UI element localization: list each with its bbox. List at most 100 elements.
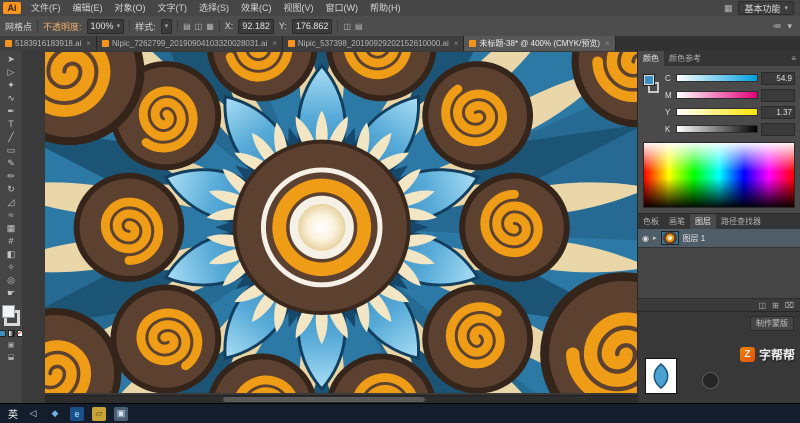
- color-mode-button[interactable]: [0, 330, 6, 337]
- opacity-label[interactable]: 不透明度:: [43, 20, 82, 33]
- menu-effect[interactable]: 效果(C): [235, 0, 278, 16]
- hand-tool[interactable]: ☛: [1, 287, 21, 300]
- direct-selection-tool[interactable]: ▷: [1, 66, 21, 79]
- scrollbar-thumb[interactable]: [222, 397, 425, 402]
- pen-tool[interactable]: ✒: [1, 105, 21, 118]
- folder-icon[interactable]: ▱: [92, 406, 106, 421]
- paintbrush-tool[interactable]: ✎: [1, 157, 21, 170]
- document-tab-bar: 5183916183918.ai × Nipic_7262799_2019090…: [0, 36, 800, 52]
- type-tool[interactable]: T: [1, 118, 21, 131]
- chevron-down-icon[interactable]: ▾: [117, 22, 121, 30]
- pencil-tool[interactable]: ✏: [1, 170, 21, 183]
- yellow-slider[interactable]: [676, 108, 758, 116]
- cyan-value[interactable]: 54.9: [761, 71, 795, 85]
- menu-window[interactable]: 窗口(W): [320, 0, 365, 16]
- rotate-tool[interactable]: ↻: [1, 183, 21, 196]
- stack-icon[interactable]: ◫: [195, 22, 203, 31]
- visibility-eye-icon[interactable]: ◉: [642, 234, 649, 243]
- document-tab-active[interactable]: 未标题-38* @ 400% (CMYK/预览) ×: [464, 36, 616, 51]
- close-icon[interactable]: ×: [605, 39, 610, 48]
- tab-color[interactable]: 颜色: [638, 51, 664, 66]
- stack-icon[interactable]: ◫: [759, 301, 767, 310]
- gradient-tool[interactable]: ◧: [1, 248, 21, 261]
- new-layer-icon[interactable]: ⊞: [772, 301, 779, 310]
- magenta-slider[interactable]: [676, 91, 758, 99]
- panel-menu-icon[interactable]: ≡: [787, 51, 800, 66]
- document-tab-3[interactable]: Nipic_537398_20190929202152610000.ai ×: [282, 36, 465, 51]
- menu-select[interactable]: 选择(S): [193, 0, 235, 16]
- fill-swatch[interactable]: [2, 305, 15, 318]
- security-shield-icon[interactable]: ◆: [48, 407, 62, 421]
- pinned-app-icon[interactable]: ▣: [114, 406, 128, 421]
- mask-thumbnail[interactable]: [702, 372, 719, 389]
- menu-file[interactable]: 文件(F): [25, 0, 67, 16]
- magic-wand-tool[interactable]: ✦: [1, 79, 21, 92]
- context-label: 网格点: [5, 21, 33, 32]
- layers-panel: 色板 画笔 图层 路径查找器 ◉ ▸ 图层 1 ◫ ⊞ ⌧: [638, 213, 800, 312]
- tab-pathfinder[interactable]: 路径查找器: [716, 214, 766, 229]
- gradient-mode-button[interactable]: [7, 330, 15, 337]
- align-icon[interactable]: ▤: [355, 22, 363, 31]
- fill-swatch[interactable]: [643, 74, 655, 86]
- options-icon[interactable]: ≔: [772, 21, 781, 32]
- eyedropper-tool[interactable]: ✧: [1, 261, 21, 274]
- width-tool[interactable]: ≈: [1, 209, 21, 222]
- line-tool[interactable]: ╱: [1, 131, 21, 144]
- free-transform-tool[interactable]: ▦: [1, 222, 21, 235]
- speaker-icon[interactable]: ◁: [26, 407, 40, 421]
- cyan-slider[interactable]: [676, 74, 758, 82]
- yellow-value[interactable]: 1.37: [761, 105, 795, 119]
- style-dropdown[interactable]: ▾: [160, 18, 173, 34]
- lasso-tool[interactable]: ∿: [1, 92, 21, 105]
- magenta-value[interactable]: [761, 88, 795, 102]
- stack-icon[interactable]: ◫: [343, 22, 351, 31]
- zoom-tool[interactable]: ◎: [1, 274, 21, 287]
- horizontal-scrollbar[interactable]: [45, 395, 638, 403]
- tab-layers[interactable]: 图层: [690, 214, 716, 229]
- draw-mode-icon[interactable]: ▣: [8, 341, 15, 349]
- document-tab-1[interactable]: 5183916183918.ai ×: [0, 36, 97, 51]
- black-value[interactable]: [761, 122, 795, 136]
- selection-tool[interactable]: ➤: [1, 53, 21, 66]
- x-input[interactable]: 92.182: [238, 18, 274, 34]
- expand-icon[interactable]: ▸: [653, 234, 657, 242]
- scale-tool[interactable]: ◿: [1, 196, 21, 209]
- menu-edit[interactable]: 编辑(E): [67, 0, 109, 16]
- menu-view[interactable]: 视图(V): [278, 0, 320, 16]
- arrange-documents-icon[interactable]: ▦: [724, 3, 733, 14]
- object-thumbnail[interactable]: [645, 358, 677, 394]
- mesh-tool[interactable]: #: [1, 235, 21, 248]
- style-label[interactable]: 样式:: [135, 20, 156, 33]
- color-spectrum[interactable]: [643, 142, 795, 208]
- opacity-input[interactable]: 100% ▾: [86, 18, 125, 34]
- app-logo[interactable]: Ai: [3, 2, 21, 14]
- delete-layer-icon[interactable]: ⌧: [785, 301, 794, 310]
- workspace-switcher[interactable]: 基本功能 ▾: [738, 1, 794, 15]
- close-icon[interactable]: ×: [454, 39, 459, 48]
- y-input[interactable]: 176.862: [291, 18, 333, 34]
- chevron-down-icon[interactable]: ▾: [787, 21, 792, 32]
- document-area: [22, 51, 638, 403]
- layer-name[interactable]: 图层 1: [683, 233, 706, 244]
- tab-brushes[interactable]: 画笔: [664, 214, 690, 229]
- align-icon[interactable]: ▤: [183, 22, 191, 31]
- grid-icon[interactable]: ▦: [206, 22, 214, 31]
- fill-stroke-swatches[interactable]: [2, 305, 20, 326]
- tab-color-guide[interactable]: 颜色参考: [664, 51, 706, 66]
- browser-icon[interactable]: e: [70, 406, 84, 421]
- tab-swatches[interactable]: 色板: [638, 214, 664, 229]
- black-slider[interactable]: [676, 125, 758, 133]
- rectangle-tool[interactable]: ▭: [1, 144, 21, 157]
- document-tab-2[interactable]: Nipic_7262799_20190904103320028031.ai ×: [96, 36, 283, 51]
- menu-help[interactable]: 帮助(H): [364, 0, 407, 16]
- canvas[interactable]: [45, 52, 638, 393]
- close-icon[interactable]: ×: [272, 39, 277, 48]
- layer-row[interactable]: ◉ ▸ 图层 1: [638, 229, 800, 248]
- screen-mode-icon[interactable]: ⬓: [8, 353, 15, 361]
- ime-indicator[interactable]: 英: [8, 406, 18, 421]
- menu-object[interactable]: 对象(O): [109, 0, 152, 16]
- chevron-down-icon[interactable]: ▾: [165, 22, 169, 30]
- menu-type[interactable]: 文字(T): [152, 0, 194, 16]
- close-icon[interactable]: ×: [86, 39, 91, 48]
- make-mask-button[interactable]: 制作蒙版: [750, 316, 794, 331]
